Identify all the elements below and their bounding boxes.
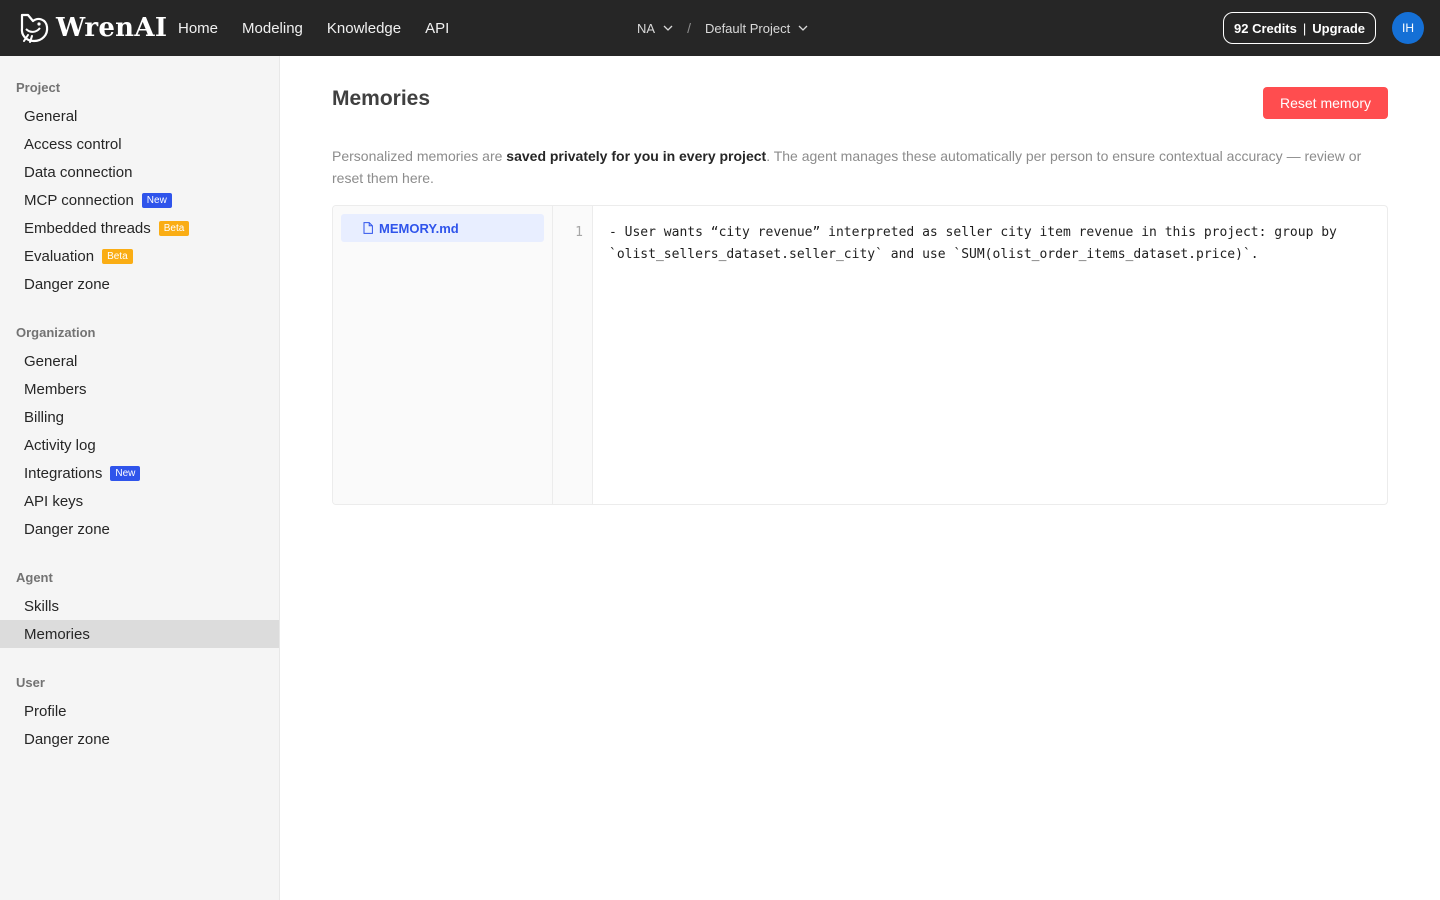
beta-badge: Beta (102, 248, 133, 264)
reset-memory-button[interactable]: Reset memory (1263, 87, 1388, 119)
file-item-memory-md[interactable]: MEMORY.md (341, 214, 544, 242)
wren-bird-icon (20, 13, 49, 43)
upgrade-label: Upgrade (1312, 20, 1365, 36)
sidebar-item-label: Memories (24, 625, 90, 643)
page-description: Personalized memories are saved privatel… (332, 145, 1392, 189)
sidebar-item-label: General (24, 352, 78, 370)
sidebar-item-memories[interactable]: Memories (0, 620, 279, 648)
section-title-agent: Agent (16, 570, 53, 585)
description-emphasis: saved privately for you in every project (506, 148, 767, 164)
sidebar-item-billing[interactable]: Billing (0, 403, 279, 431)
sidebar-item-label: MCP connection (24, 191, 134, 209)
credits-separator: | (1302, 20, 1307, 36)
file-icon (363, 222, 373, 234)
section-title-user: User (16, 675, 45, 690)
workspace-selector[interactable]: NA (637, 21, 673, 36)
top-bar: WrenAI Home Modeling Knowledge API NA / … (0, 0, 1440, 56)
sidebar-item-members[interactable]: Members (0, 375, 279, 403)
sidebar-item-label: Skills (24, 597, 60, 615)
sidebar-item-evaluation[interactable]: Evaluation Beta (0, 242, 279, 270)
logo[interactable]: WrenAI (16, 11, 167, 45)
project-selector[interactable]: Default Project (705, 21, 808, 36)
workspace-name: NA (637, 20, 656, 36)
credits-count: 92 Credits (1234, 20, 1297, 36)
sidebar-item-api-keys[interactable]: API keys (0, 487, 279, 515)
beta-badge: Beta (158, 220, 190, 236)
sidebar-item-data-connection[interactable]: Data connection (0, 158, 279, 186)
brand-name: WrenAI (56, 13, 168, 43)
chevron-down-icon (663, 25, 673, 31)
line-number-gutter: 1 (553, 206, 593, 504)
breadcrumb-separator: / (687, 20, 691, 36)
sidebar-item-profile[interactable]: Profile (0, 697, 279, 725)
sidebar-item-label: Activity log (24, 436, 96, 454)
sidebar-item-label: Data connection (24, 163, 133, 181)
sidebar-item-label: Danger zone (24, 275, 110, 293)
nav-modeling[interactable]: Modeling (242, 20, 303, 37)
sidebar-item-project-general[interactable]: General (0, 102, 279, 130)
nav-home[interactable]: Home (178, 20, 218, 37)
settings-sidebar: Project General Access control Data conn… (0, 56, 280, 900)
sidebar-item-label: Danger zone (24, 520, 110, 538)
sidebar-item-label: General (24, 107, 78, 125)
section-title-organization: Organization (16, 325, 96, 340)
project-name: Default Project (704, 20, 791, 36)
line-number: 1 (575, 225, 583, 240)
avatar[interactable]: IH (1392, 12, 1424, 44)
sidebar-item-label: API keys (24, 492, 84, 510)
sidebar-item-user-danger-zone[interactable]: Danger zone (0, 725, 279, 753)
nav-knowledge[interactable]: Knowledge (327, 20, 401, 37)
chevron-down-icon (798, 25, 808, 31)
new-badge: New (141, 192, 172, 208)
sidebar-item-label: Access control (24, 135, 122, 153)
sidebar-item-label: Embedded threads (24, 219, 151, 237)
file-name: MEMORY.md (379, 220, 459, 236)
sidebar-item-org-danger-zone[interactable]: Danger zone (0, 515, 279, 543)
sidebar-item-project-danger-zone[interactable]: Danger zone (0, 270, 279, 298)
breadcrumb: NA / Default Project (637, 0, 808, 56)
new-badge: New (110, 465, 141, 481)
sidebar-item-label: Profile (24, 702, 67, 720)
sidebar-item-label: Danger zone (24, 730, 110, 748)
file-list: MEMORY.md (333, 206, 553, 504)
sidebar-item-label: Billing (24, 408, 65, 426)
memory-editor: MEMORY.md 1 - User wants “city revenue” … (332, 205, 1388, 505)
main-nav: Home Modeling Knowledge API (178, 0, 449, 56)
sidebar-item-embedded-threads[interactable]: Embedded threads Beta (0, 214, 279, 242)
memory-content[interactable]: - User wants “city revenue” interpreted … (609, 222, 1369, 266)
sidebar-item-activity-log[interactable]: Activity log (0, 431, 279, 459)
nav-api[interactable]: API (425, 20, 449, 37)
sidebar-item-label: Members (24, 380, 87, 398)
credits-upgrade-button[interactable]: 92 Credits | Upgrade (1223, 12, 1376, 44)
sidebar-item-mcp-connection[interactable]: MCP connection New (0, 186, 279, 214)
sidebar-item-skills[interactable]: Skills (0, 592, 279, 620)
sidebar-item-access-control[interactable]: Access control (0, 130, 279, 158)
description-text: Personalized memories are (332, 148, 507, 164)
sidebar-item-label: Integrations (24, 464, 103, 482)
sidebar-item-label: Evaluation (24, 247, 95, 265)
sidebar-item-org-general[interactable]: General (0, 347, 279, 375)
sidebar-item-integrations[interactable]: Integrations New (0, 459, 279, 487)
section-title-project: Project (16, 80, 61, 95)
page-title: Memories (332, 87, 431, 110)
